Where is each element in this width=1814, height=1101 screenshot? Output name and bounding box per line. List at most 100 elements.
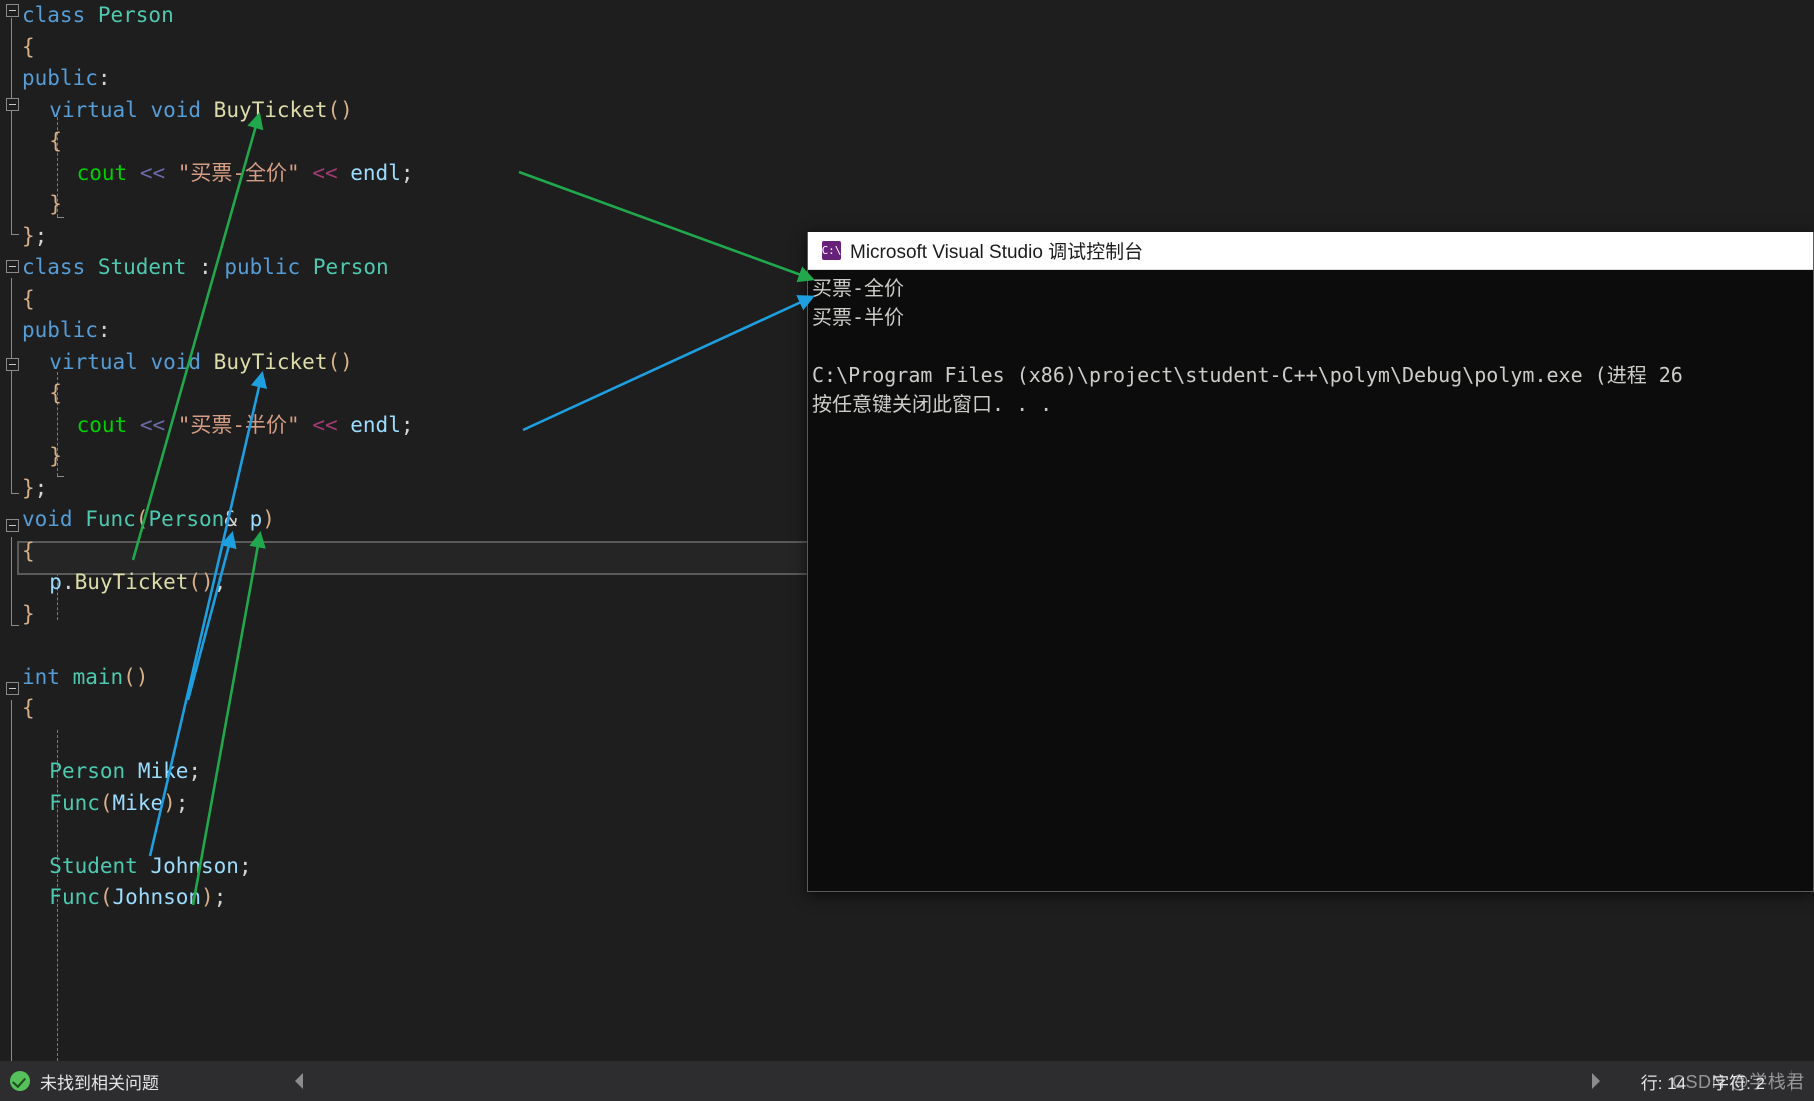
scroll-right-button[interactable] xyxy=(1576,1061,1615,1101)
code-line: { xyxy=(22,693,35,725)
code-token: () xyxy=(123,664,149,689)
code-token: endl xyxy=(350,160,401,185)
status-line-label: 行: 14 xyxy=(1640,1073,1687,1093)
debug-console-window[interactable]: C:\ Microsoft Visual Studio 调试控制台 买票-全价买… xyxy=(807,232,1814,892)
code-token: endl xyxy=(350,412,401,437)
code-token: BuyTicket xyxy=(213,349,328,374)
code-token: { xyxy=(22,34,35,59)
code-token: class xyxy=(22,255,98,279)
code-token: << xyxy=(312,160,351,185)
code-line: { xyxy=(22,32,35,64)
code-token: "买票-半价" xyxy=(177,412,313,437)
console-output-line: 按任意键关闭此窗口. . . xyxy=(812,392,1053,416)
code-token: ) xyxy=(262,507,275,531)
code-token: BuyTicket xyxy=(213,97,328,122)
status-message-label: 未找到相关问题 xyxy=(40,1073,159,1093)
status-right-group: 行: 14 字符: 2 xyxy=(1576,1061,1814,1101)
code-token: class xyxy=(22,3,98,27)
code-line: { xyxy=(22,536,35,568)
code-token: . xyxy=(61,570,75,594)
code-token: () xyxy=(327,349,353,374)
code-token: ; xyxy=(400,412,414,437)
code-token: Person xyxy=(148,507,225,531)
code-token: Johnson xyxy=(112,885,202,909)
code-line: virtual void BuyTicket() xyxy=(22,95,353,127)
code-token: << xyxy=(139,412,178,437)
code-token: void xyxy=(150,349,214,374)
scroll-left-button[interactable] xyxy=(280,1061,318,1101)
code-token: << xyxy=(139,160,178,185)
code-token: ; xyxy=(188,759,202,783)
code-line: { xyxy=(22,284,35,316)
code-token: () xyxy=(188,570,214,594)
code-token: << xyxy=(312,412,351,437)
console-title-bar[interactable]: C:\ Microsoft Visual Studio 调试控制台 xyxy=(808,232,1813,270)
code-token: ( xyxy=(99,885,113,909)
code-token: cout xyxy=(76,412,140,437)
code-token: ; xyxy=(400,160,414,185)
status-char-label: 字符: 2 xyxy=(1712,1073,1765,1093)
code-token: void xyxy=(22,507,86,531)
code-token: } xyxy=(22,475,35,500)
code-token: ) xyxy=(201,885,214,909)
code-token: ( xyxy=(135,507,149,531)
code-token: Func xyxy=(85,507,136,531)
code-token: p xyxy=(49,570,62,594)
code-line: } xyxy=(22,189,62,221)
code-token: void xyxy=(150,97,214,122)
code-token: } xyxy=(22,601,35,626)
code-token: ( xyxy=(99,790,113,815)
code-token: () xyxy=(327,97,353,122)
code-line: Func(Johnson); xyxy=(22,882,226,914)
code-token: ; xyxy=(34,475,48,500)
code-token: Student xyxy=(49,853,151,878)
code-token: { xyxy=(49,129,62,153)
status-divider xyxy=(1791,1070,1792,1092)
code-token: { xyxy=(22,538,35,563)
status-bar[interactable]: 未找到相关问题 行: 14 字符: 2 xyxy=(0,1061,1814,1101)
code-token: } xyxy=(49,192,62,216)
code-line: }; xyxy=(22,473,47,505)
code-token: : xyxy=(186,255,225,279)
code-line: virtual void BuyTicket() xyxy=(22,347,353,379)
code-token: Johnson xyxy=(150,853,239,878)
console-output-line: 买票-全价 xyxy=(812,276,905,300)
code-token: Func xyxy=(49,790,100,815)
check-circle-icon xyxy=(10,1071,30,1091)
console-app-icon: C:\ xyxy=(822,241,841,260)
chevron-left-icon xyxy=(295,1073,303,1089)
code-token: ; xyxy=(213,570,227,594)
code-token: & xyxy=(224,507,250,531)
code-token: virtual xyxy=(49,97,151,122)
code-line: public: xyxy=(22,315,111,347)
code-token: int xyxy=(22,664,73,689)
code-line: cout << "买票-全价" << endl; xyxy=(22,158,414,190)
code-token: BuyTicket xyxy=(74,570,189,594)
code-token: Mike xyxy=(112,790,164,815)
console-output-area[interactable]: 买票-全价 买票-半价 C:\Program Files (x86)\project… xyxy=(808,270,1813,890)
code-token: : xyxy=(97,318,111,342)
code-token: ; xyxy=(34,223,48,248)
code-line: class Student : public Person xyxy=(22,252,389,284)
code-line: { xyxy=(22,126,62,158)
code-token: main xyxy=(72,664,124,689)
code-line: class Person xyxy=(22,0,174,32)
code-token: Person xyxy=(97,3,174,27)
code-token: public xyxy=(22,318,98,342)
code-line: cout << "买票-半价" << endl; xyxy=(22,410,414,442)
code-line: Func(Mike); xyxy=(22,788,188,820)
code-token: cout xyxy=(76,160,140,185)
code-token: ) xyxy=(163,790,176,815)
code-line: int main() xyxy=(22,662,148,694)
code-token: { xyxy=(22,286,35,311)
code-line: p.BuyTicket(); xyxy=(22,567,226,599)
code-token: ; xyxy=(213,885,227,909)
console-output-line: 买票-半价 xyxy=(812,305,905,329)
code-token: public xyxy=(22,66,98,90)
code-line: }; xyxy=(22,221,47,253)
code-line: { xyxy=(22,378,62,410)
code-token: virtual xyxy=(49,349,151,374)
code-token: } xyxy=(22,223,35,248)
code-line: Person Mike; xyxy=(22,756,201,788)
